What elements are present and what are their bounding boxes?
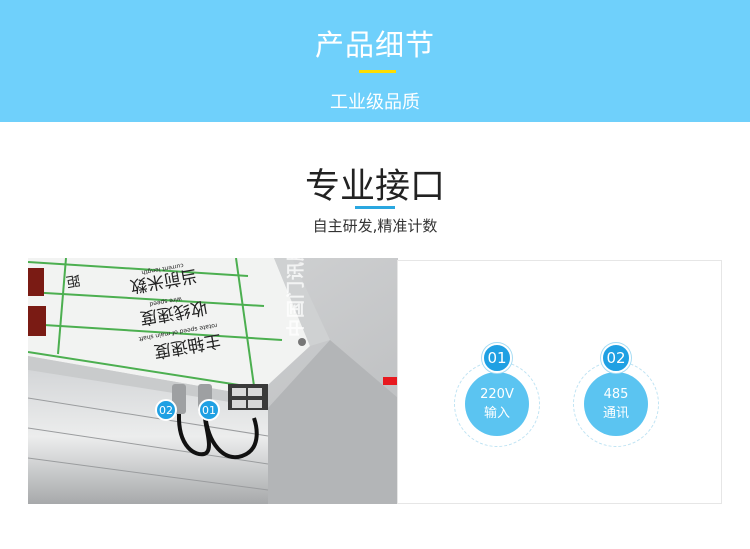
port-badge-01: 01 [202,404,216,417]
section-title: 专业接口 [304,167,445,207]
banner-title: 产品细节 [314,28,435,62]
product-photo: 当前米数 current length 收线速度 wire speed 主轴速度… [27,257,398,504]
interface-circle: 220V 输入 [465,372,529,436]
watermark-text: 中国门讯鹏 [286,242,307,337]
header-banner: 产品细节 工业级品质 [0,0,750,122]
interface-value: 220V [480,387,514,402]
interface-number-badge: 01 [482,343,512,373]
interface-value: 485 [603,387,629,402]
interface-label: 输入 [483,406,510,421]
panel-label-row0: 距 [65,271,82,289]
banner-subtitle: 工业级品质 [330,92,420,113]
banner-divider [359,70,396,73]
interface-panel: 220V 输入 01 485 通讯 02 [397,260,722,504]
interface-circle: 485 通讯 [584,372,648,436]
port-badge-02: 02 [159,404,173,417]
interface-item: 220V 输入 01 [454,343,540,447]
section-divider [355,206,395,209]
interface-item: 485 通讯 02 [573,343,659,447]
section-subtitle: 自主研发,精准计数 [312,217,438,235]
interface-number-badge: 02 [601,343,631,373]
interface-label: 通讯 [602,406,629,421]
